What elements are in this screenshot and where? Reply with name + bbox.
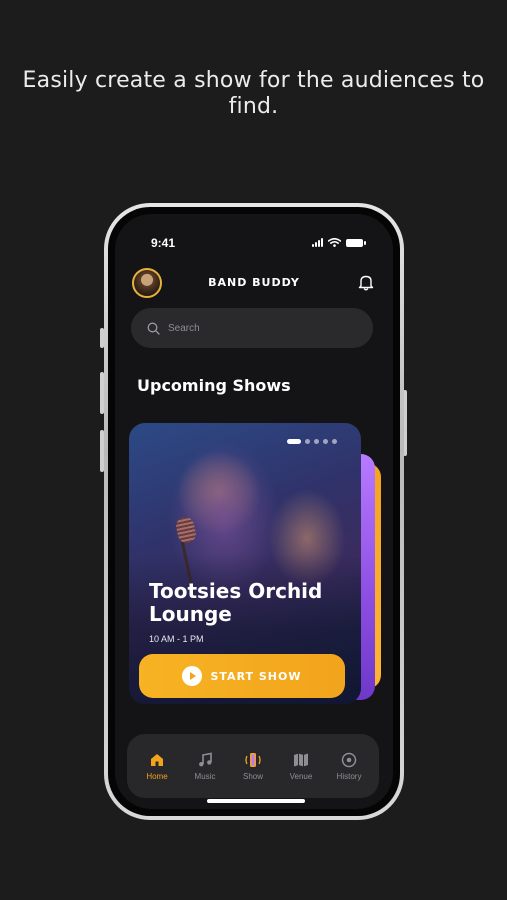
start-show-label: START SHOW	[210, 669, 302, 683]
history-icon	[341, 752, 357, 768]
music-note-icon	[199, 752, 212, 767]
battery-icon	[346, 238, 366, 247]
phone-bezel: 9:41 BAND BUDDY Search Upcoming Shows To…	[108, 207, 400, 816]
tab-history[interactable]: History	[326, 751, 372, 781]
search-input[interactable]: Search	[131, 308, 373, 348]
venue-map-icon	[294, 753, 308, 767]
show-venue-name: Tootsies Orchid Lounge	[149, 579, 323, 626]
tab-label: Show	[242, 772, 263, 781]
carousel-dot[interactable]	[287, 439, 301, 444]
app-header: BAND BUDDY	[115, 266, 393, 300]
carousel-dot[interactable]	[314, 439, 319, 444]
search-placeholder: Search	[168, 322, 200, 334]
status-bar: 9:41	[115, 236, 393, 252]
tab-venue[interactable]: Venue	[278, 751, 324, 781]
tab-music[interactable]: Music	[182, 751, 228, 781]
phone-frame: 9:41 BAND BUDDY Search Upcoming Shows To…	[104, 203, 404, 820]
carousel-dot[interactable]	[332, 439, 337, 444]
tab-label: Music	[194, 772, 216, 781]
tab-label: History	[336, 772, 362, 781]
search-icon	[147, 322, 160, 335]
carousel-dot[interactable]	[305, 439, 310, 444]
tab-label: Venue	[289, 772, 313, 781]
show-time: 10 AM - 1 PM	[149, 634, 204, 644]
tab-home[interactable]: Home	[134, 751, 180, 781]
cellular-signal-icon	[312, 238, 323, 247]
wifi-icon	[328, 238, 341, 247]
notification-bell-icon[interactable]	[357, 273, 375, 291]
headline: Easily create a show for the audiences t…	[22, 68, 485, 119]
section-title-upcoming-shows: Upcoming Shows	[137, 376, 291, 395]
carousel-dot[interactable]	[323, 439, 328, 444]
app-screen: 9:41 BAND BUDDY Search Upcoming Shows To…	[115, 214, 393, 809]
status-time: 9:41	[151, 236, 176, 250]
carousel-dots	[287, 439, 337, 444]
bottom-tab-bar: Home Music Show Venue History	[127, 734, 379, 798]
app-title: BAND BUDDY	[208, 276, 300, 289]
tab-show[interactable]: Show	[230, 751, 276, 781]
show-icon	[245, 753, 261, 767]
tab-label: Home	[146, 772, 168, 781]
status-icons	[312, 238, 366, 247]
home-indicator	[207, 799, 305, 803]
play-icon	[182, 666, 203, 686]
home-icon	[151, 754, 163, 766]
start-show-button[interactable]: START SHOW	[139, 654, 345, 698]
microphone-image	[174, 515, 198, 545]
